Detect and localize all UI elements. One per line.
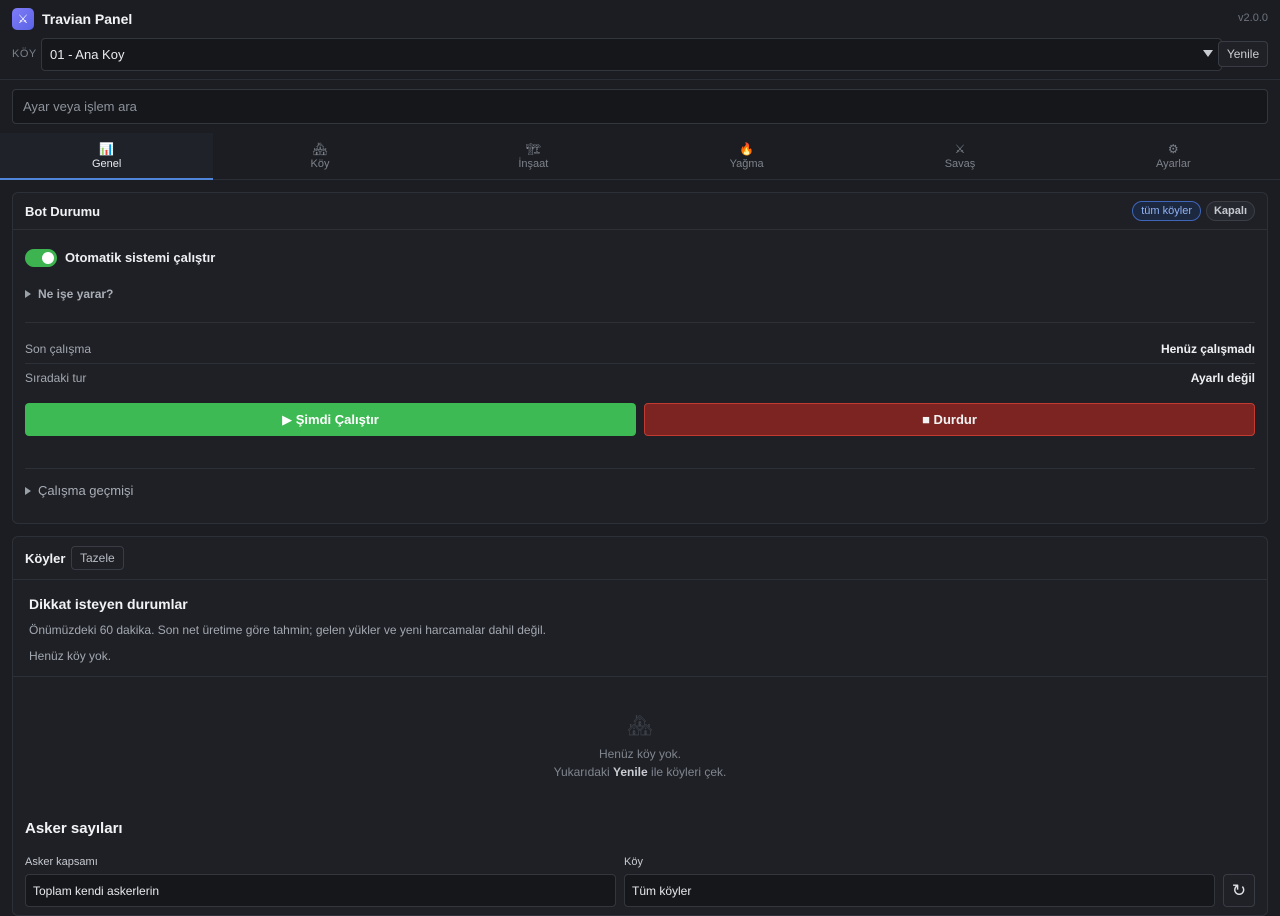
- villages-card: Köyler Tazele Dikkat isteyen durumlar Ön…: [12, 536, 1268, 916]
- info-row: Sıradaki tur Ayarlı değil: [25, 371, 1255, 391]
- tab-savas[interactable]: ⚔ Savaş: [853, 133, 1066, 179]
- village-select[interactable]: 01 - Ana Koy: [41, 38, 1222, 71]
- divider: [25, 363, 1255, 364]
- app-version: v2.0.0: [1238, 12, 1268, 24]
- card-header: Köyler Tazele: [13, 537, 1267, 580]
- troop-village-label: Köy: [624, 856, 643, 868]
- tab-label: Köy: [310, 158, 330, 170]
- troop-scope-label: Asker kapsamı: [25, 856, 98, 868]
- info-key: Son çalışma: [25, 342, 92, 356]
- crossed-swords-icon: ⚔: [954, 142, 966, 156]
- auto-run-toggle[interactable]: [25, 249, 57, 267]
- tab-genel[interactable]: 📊 Genel: [0, 133, 214, 180]
- tab-label: Ayarlar: [1155, 158, 1191, 170]
- info-row: Son çalışma Henüz çalışmadı: [25, 342, 1255, 362]
- info-value: Henüz çalışmadı: [1160, 342, 1255, 356]
- village-label: KÖY: [12, 48, 37, 60]
- troop-scope-select[interactable]: Toplam kendi askerlerin: [25, 874, 616, 907]
- tab-ayarlar[interactable]: ⚙ Ayarlar: [1067, 133, 1280, 179]
- search-input[interactable]: Ayar veya işlem ara: [12, 89, 1268, 124]
- attention-subtitle: Önümüzdeki 60 dakika. Son net üretime gö…: [29, 623, 546, 637]
- refresh-button[interactable]: Tazele: [71, 546, 124, 570]
- empty-state-text: Henüz köy yok.: [598, 747, 682, 761]
- run-now-button[interactable]: ▶ Şimdi Çalıştır: [25, 403, 636, 436]
- bot-status-card: Bot Durumu tüm köyler Kapalı Otomatik si…: [12, 192, 1268, 524]
- troops-title: Asker sayıları: [25, 820, 123, 837]
- run-history-disclosure[interactable]: Çalışma geçmişi: [25, 483, 133, 498]
- attention-title: Dikkat isteyen durumlar: [29, 596, 188, 612]
- divider: [0, 79, 1280, 80]
- stop-button[interactable]: ■ Durdur: [644, 403, 1255, 436]
- hint-suffix: ile köyleri çek.: [651, 765, 727, 779]
- triangle-right-icon: [25, 486, 31, 495]
- tab-insaat[interactable]: 🏗 İnşaat: [427, 133, 640, 179]
- village-selector-row: KÖY 01 - Ana Koy Yenile: [12, 38, 1268, 71]
- tab-label: Genel: [91, 158, 122, 170]
- card-title: Bot Durumu: [25, 204, 101, 219]
- chart-icon: 📊: [99, 142, 115, 156]
- fire-icon: 🔥: [739, 142, 755, 156]
- help-disclosure[interactable]: Ne işe yarar?: [25, 287, 113, 301]
- main-tabs: 📊 Genel 🏘 Köy 🏗 İnşaat 🔥 Yağma ⚔ Savaş ⚙…: [0, 133, 1280, 180]
- gear-icon: ⚙: [1167, 142, 1179, 156]
- help-label: Ne işe yarar?: [38, 287, 114, 301]
- divider: [13, 676, 1267, 677]
- status-badge: Kapalı: [1205, 201, 1255, 221]
- divider: [25, 322, 1255, 323]
- card-header: Bot Durumu tüm köyler Kapalı: [13, 193, 1267, 230]
- tab-label: Yağma: [729, 158, 764, 170]
- village-icon: 🏘: [312, 142, 328, 156]
- empty-state-hint: Yukarıdaki Yenile ile köyleri çek.: [13, 765, 1267, 779]
- construction-icon: 🏗: [525, 142, 541, 156]
- history-label: Çalışma geçmişi: [38, 483, 134, 498]
- scope-badge: tüm köyler: [1132, 201, 1201, 221]
- divider: [25, 468, 1255, 469]
- app-logo-icon: ⚔: [12, 8, 34, 30]
- triangle-right-icon: [25, 289, 31, 298]
- refresh-villages-button[interactable]: Yenile: [1218, 41, 1268, 67]
- tab-koy[interactable]: 🏘 Köy: [213, 133, 426, 179]
- card-title: Köyler: [25, 551, 66, 566]
- info-key: Sıradaki tur: [25, 371, 87, 385]
- hint-prefix: Yukarıdaki: [553, 765, 610, 779]
- village-icon: 🏘: [627, 715, 653, 737]
- chevron-down-icon: [1203, 50, 1213, 57]
- troop-village-select[interactable]: Tüm köyler: [624, 874, 1215, 907]
- tab-label: Savaş: [944, 158, 976, 170]
- hint-bold: Yenile: [613, 765, 648, 779]
- info-value: Ayarlı değil: [1190, 371, 1255, 385]
- toggle-label: Otomatik sistemi çalıştır: [65, 250, 216, 265]
- app-title: Travian Panel: [42, 11, 133, 27]
- app-header: ⚔ Travian Panel v2.0.0: [12, 8, 1268, 32]
- village-select-value: 01 - Ana Koy: [50, 47, 125, 62]
- attention-empty: Henüz köy yok.: [29, 649, 112, 663]
- tab-yagma[interactable]: 🔥 Yağma: [640, 133, 853, 179]
- reload-icon[interactable]: ↻: [1223, 874, 1255, 907]
- tab-label: İnşaat: [518, 158, 549, 170]
